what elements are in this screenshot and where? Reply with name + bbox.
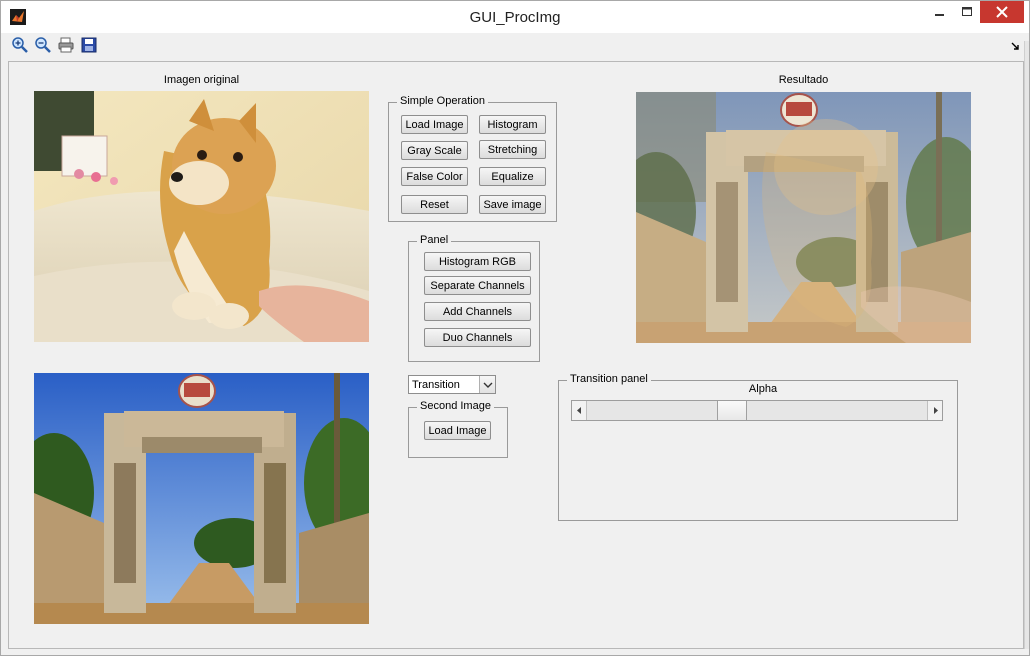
load-image-button[interactable]: Load Image	[401, 115, 468, 134]
close-button[interactable]	[980, 1, 1024, 23]
histogram-rgb-button[interactable]: Histogram RGB	[424, 252, 531, 271]
window-title: GUI_ProcImg	[469, 9, 561, 26]
original-image	[34, 91, 369, 342]
reset-button[interactable]: Reset	[401, 195, 468, 214]
alpha-slider-thumb[interactable]	[717, 401, 748, 420]
slider-right-arrow-icon[interactable]	[927, 401, 942, 420]
chevron-down-icon[interactable]	[479, 376, 495, 393]
zoom-out-icon[interactable]	[34, 36, 52, 54]
minimize-button[interactable]	[926, 1, 954, 23]
original-image-label: Imagen original	[163, 74, 240, 86]
gray-scale-button[interactable]: Gray Scale	[401, 141, 468, 160]
stretching-button[interactable]: Stretching	[479, 140, 546, 159]
second-image-title: Second Image	[417, 400, 494, 412]
zoom-in-icon[interactable]	[11, 36, 29, 54]
duo-channels-button[interactable]: Duo Channels	[424, 328, 531, 347]
right-edge-bar	[1024, 41, 1029, 649]
figure-toolbar	[1, 33, 1029, 57]
alpha-slider[interactable]	[571, 400, 943, 421]
alpha-label: Alpha	[748, 383, 778, 395]
load-second-image-button[interactable]: Load Image	[424, 421, 491, 440]
false-color-button[interactable]: False Color	[401, 167, 468, 186]
save-icon[interactable]	[80, 36, 98, 54]
mode-select[interactable]: Transition	[408, 375, 496, 394]
transition-panel-title: Transition panel	[567, 373, 651, 385]
histogram-button[interactable]: Histogram	[479, 115, 546, 134]
result-image-label: Resultado	[778, 74, 829, 86]
title-bar: GUI_ProcImg	[1, 1, 1029, 33]
result-image	[636, 92, 971, 343]
add-channels-button[interactable]: Add Channels	[424, 302, 531, 321]
slider-left-arrow-icon[interactable]	[572, 401, 587, 420]
mode-select-value: Transition	[412, 379, 460, 391]
save-image-button[interactable]: Save image	[479, 195, 546, 214]
maximize-button[interactable]	[954, 1, 980, 23]
app-window: GUI_ProcImg Imagen original Resultado Si…	[0, 0, 1030, 656]
separate-channels-button[interactable]: Separate Channels	[424, 276, 531, 295]
print-icon[interactable]	[57, 36, 75, 54]
second-image	[34, 373, 369, 624]
simple-operation-title: Simple Operation	[397, 95, 488, 107]
equalize-button[interactable]: Equalize	[479, 167, 546, 186]
dock-arrow-icon[interactable]	[1011, 41, 1019, 50]
channels-panel-title: Panel	[417, 234, 452, 246]
